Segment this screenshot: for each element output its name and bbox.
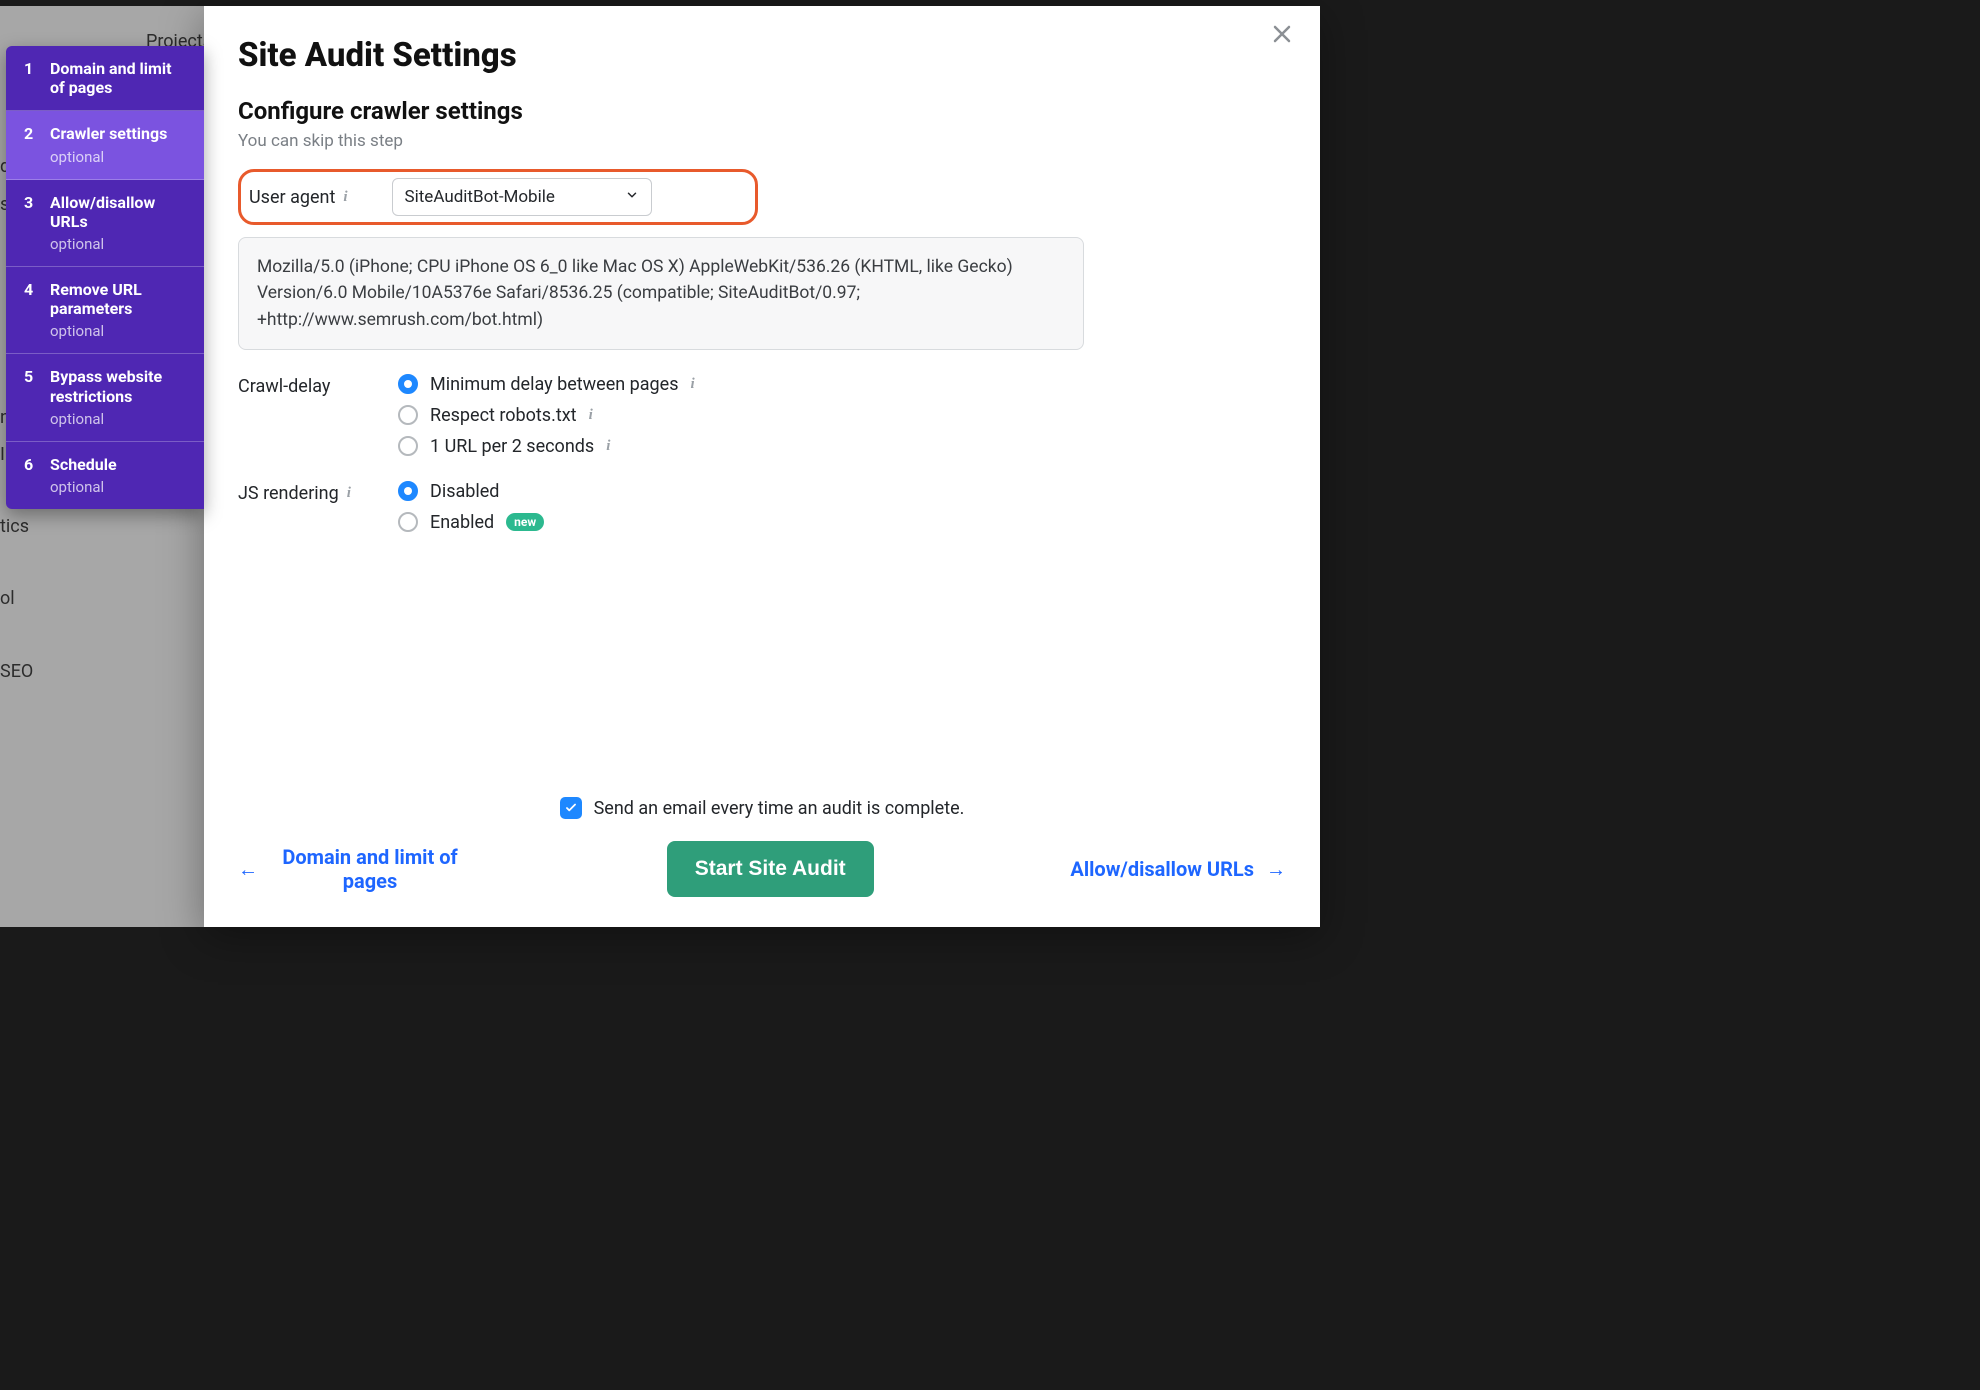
js-rendering-label-text: JS rendering [238,483,339,504]
user-agent-label: User agent i [249,187,348,208]
step-6[interactable]: 6Schedule optional [6,442,204,509]
user-agent-string-display: Mozilla/5.0 (iPhone; CPU iPhone OS 6_0 l… [238,237,1084,350]
arrow-right-icon: → [1266,857,1286,882]
info-icon[interactable]: i [347,485,351,502]
step-number: 1 [24,59,50,97]
crawl-delay-row: Crawl-delay Minimum delay between pages i… [238,374,1286,457]
radio-label: Disabled [430,481,499,502]
start-site-audit-button[interactable]: Start Site Audit [667,841,874,897]
step-optional-hint: optional [50,478,190,496]
email-checkbox-label: Send an email every time an audit is com… [594,798,965,819]
check-icon [564,801,578,815]
user-agent-selected-value: SiteAuditBot-Mobile [405,187,555,207]
step-optional-hint: optional [50,148,190,166]
step-number: 3 [24,193,50,253]
step-1[interactable]: 1Domain and limit of pages [6,46,204,111]
crawl-delay-label-text: Crawl-delay [238,376,330,397]
step-label: Domain and limit of pages [50,59,190,97]
step-3[interactable]: 3Allow/disallow URLs optional [6,180,204,267]
next-step-label: Allow/disallow URLs [1070,857,1254,881]
info-icon[interactable]: i [690,376,694,393]
radio-label: Minimum delay between pages [430,374,678,395]
info-icon[interactable]: i [343,189,347,206]
step-optional-hint: optional [50,235,190,253]
step-label: Remove URL parameters [50,280,190,318]
footer-navigation: ← Domain and limit of pages Start Site A… [238,841,1286,897]
next-step-link[interactable]: Allow/disallow URLs → [1070,857,1286,882]
step-label: Bypass website restrictions [50,367,190,405]
step-number: 4 [24,280,50,340]
radio-label: Respect robots.txt [430,405,577,426]
prev-step-label: Domain and limit of pages [270,845,470,893]
email-notification-row[interactable]: Send an email every time an audit is com… [238,797,1286,819]
js-rendering-option[interactable]: Disabled [398,481,544,502]
step-2[interactable]: 2Crawler settings optional [6,111,204,179]
js-rendering-row: JS rendering i Disabled Enabled new [238,481,1286,533]
radio-icon [398,374,418,394]
step-label: Crawler settings [50,124,190,143]
modal-footer: Send an email every time an audit is com… [204,787,1320,927]
crawl-delay-options: Minimum delay between pagesiRespect robo… [398,374,695,457]
step-number: 5 [24,367,50,427]
arrow-left-icon: ← [238,857,258,882]
radio-icon [398,436,418,456]
step-label: Schedule [50,455,190,474]
crawl-delay-option[interactable]: Minimum delay between pages i [398,374,695,395]
radio-label: 1 URL per 2 seconds [430,436,594,457]
js-rendering-option[interactable]: Enabled new [398,512,544,533]
crawl-delay-option[interactable]: 1 URL per 2 seconds i [398,436,695,457]
step-4[interactable]: 4Remove URL parameters optional [6,267,204,354]
radio-icon [398,512,418,532]
info-icon[interactable]: i [606,438,610,455]
step-optional-hint: optional [50,322,190,340]
user-agent-label-text: User agent [249,187,335,208]
prev-step-link[interactable]: ← Domain and limit of pages [238,845,470,893]
crawl-delay-option[interactable]: Respect robots.txt i [398,405,695,426]
site-audit-settings-modal: Site Audit Settings Configure crawler se… [204,6,1320,927]
section-title: Configure crawler settings [238,97,1286,125]
js-rendering-label: JS rendering i [238,481,398,504]
email-checkbox[interactable] [560,797,582,819]
radio-icon [398,405,418,425]
js-rendering-options: Disabled Enabled new [398,481,544,533]
radio-label: Enabled [430,512,494,533]
radio-icon [398,481,418,501]
new-badge: new [506,513,544,531]
user-agent-highlight: User agent i SiteAuditBot-Mobile [238,169,758,225]
step-label: Allow/disallow URLs [50,193,190,231]
user-agent-select[interactable]: SiteAuditBot-Mobile [392,178,652,216]
section-subtitle: You can skip this step [238,131,1286,151]
modal-title: Site Audit Settings [238,36,1286,75]
close-button[interactable] [1270,22,1298,50]
chevron-down-icon [625,187,639,207]
info-icon[interactable]: i [589,407,593,424]
modal-content: Site Audit Settings Configure crawler se… [204,6,1320,787]
step-5[interactable]: 5Bypass website restrictions optional [6,354,204,441]
close-icon [1270,22,1294,46]
step-number: 6 [24,455,50,496]
crawl-delay-label: Crawl-delay [238,374,398,397]
step-number: 2 [24,124,50,165]
settings-steps-sidebar: 1Domain and limit of pages2Crawler setti… [6,46,204,509]
step-optional-hint: optional [50,410,190,428]
